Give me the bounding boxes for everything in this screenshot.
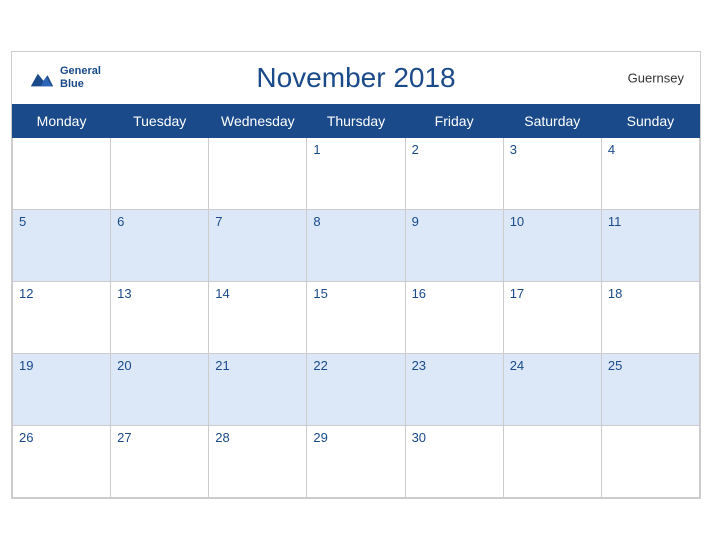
calendar-cell: 6 <box>111 210 209 282</box>
week-row-2: 567891011 <box>13 210 700 282</box>
calendar-cell <box>209 138 307 210</box>
weekday-header-wednesday: Wednesday <box>209 105 307 138</box>
calendar-cell: 30 <box>405 426 503 498</box>
calendar-cell: 21 <box>209 354 307 426</box>
week-row-1: 1234 <box>13 138 700 210</box>
calendar-header: General Blue November 2018 Guernsey <box>12 52 700 104</box>
week-row-3: 12131415161718 <box>13 282 700 354</box>
logo-area: General Blue <box>28 64 101 92</box>
calendar-cell: 7 <box>209 210 307 282</box>
general-blue-icon <box>28 64 56 92</box>
calendar-cell: 26 <box>13 426 111 498</box>
calendar-cell: 11 <box>601 210 699 282</box>
calendar-cell: 10 <box>503 210 601 282</box>
week-row-4: 19202122232425 <box>13 354 700 426</box>
calendar-cell: 13 <box>111 282 209 354</box>
calendar-cell: 12 <box>13 282 111 354</box>
weekday-header-sunday: Sunday <box>601 105 699 138</box>
calendar-cell: 3 <box>503 138 601 210</box>
calendar-cell: 22 <box>307 354 405 426</box>
region-label: Guernsey <box>628 71 684 86</box>
calendar-container: General Blue November 2018 Guernsey Mond… <box>11 51 701 499</box>
month-title: November 2018 <box>256 62 455 94</box>
calendar-cell: 29 <box>307 426 405 498</box>
calendar-cell: 23 <box>405 354 503 426</box>
weekday-header-row: MondayTuesdayWednesdayThursdayFridaySatu… <box>13 105 700 138</box>
weekday-header-saturday: Saturday <box>503 105 601 138</box>
calendar-cell <box>601 426 699 498</box>
calendar-cell <box>111 138 209 210</box>
weekday-header-tuesday: Tuesday <box>111 105 209 138</box>
calendar-cell: 20 <box>111 354 209 426</box>
calendar-cell: 17 <box>503 282 601 354</box>
weekday-header-friday: Friday <box>405 105 503 138</box>
calendar-cell: 16 <box>405 282 503 354</box>
calendar-cell: 4 <box>601 138 699 210</box>
week-row-5: 2627282930 <box>13 426 700 498</box>
calendar-cell: 25 <box>601 354 699 426</box>
weekday-header-thursday: Thursday <box>307 105 405 138</box>
calendar-cell: 18 <box>601 282 699 354</box>
calendar-cell: 24 <box>503 354 601 426</box>
calendar-grid: MondayTuesdayWednesdayThursdayFridaySatu… <box>12 104 700 498</box>
calendar-cell <box>503 426 601 498</box>
calendar-cell <box>13 138 111 210</box>
calendar-cell: 1 <box>307 138 405 210</box>
calendar-cell: 19 <box>13 354 111 426</box>
calendar-cell: 8 <box>307 210 405 282</box>
calendar-cell: 14 <box>209 282 307 354</box>
calendar-cell: 15 <box>307 282 405 354</box>
weekday-header-monday: Monday <box>13 105 111 138</box>
calendar-cell: 2 <box>405 138 503 210</box>
calendar-cell: 9 <box>405 210 503 282</box>
logo-text: General Blue <box>60 65 101 91</box>
calendar-cell: 28 <box>209 426 307 498</box>
calendar-cell: 27 <box>111 426 209 498</box>
calendar-cell: 5 <box>13 210 111 282</box>
